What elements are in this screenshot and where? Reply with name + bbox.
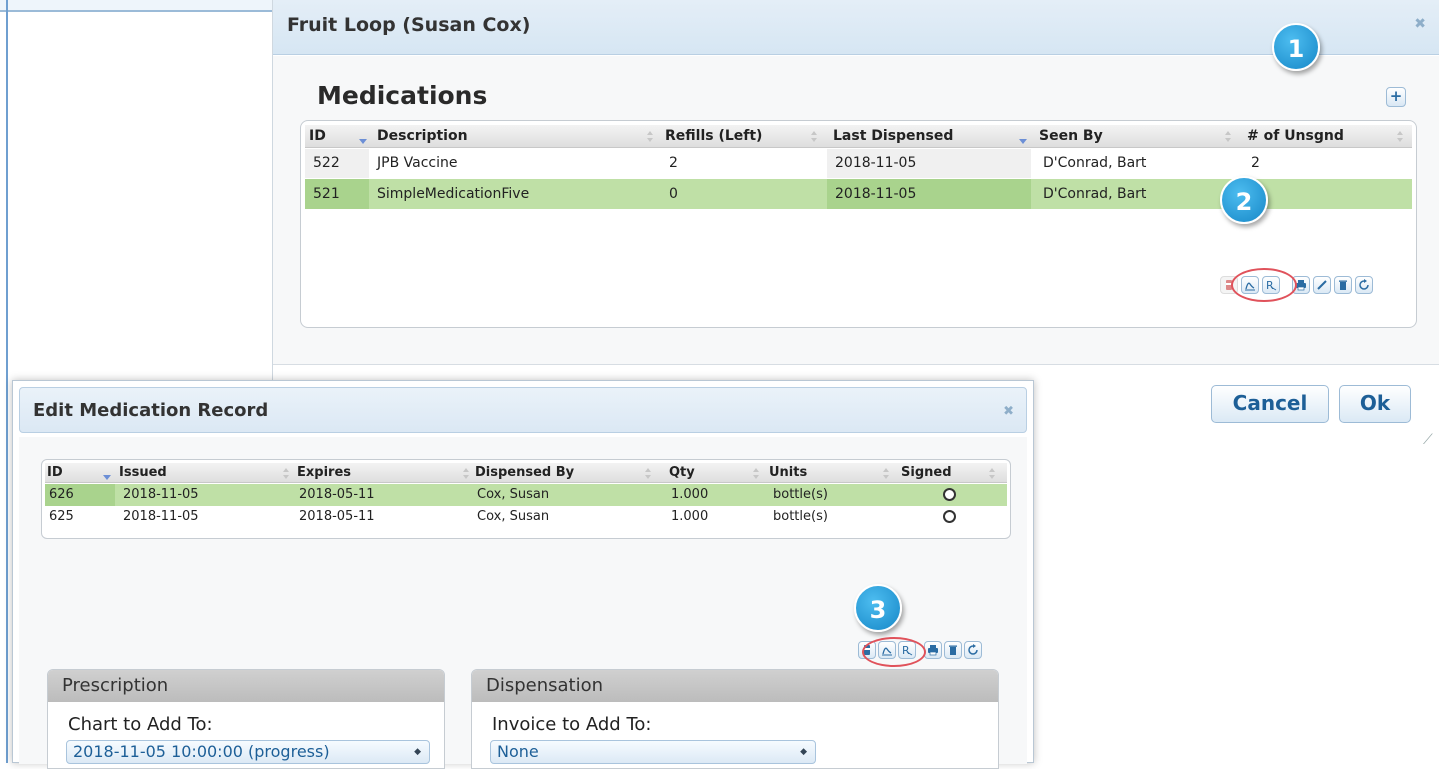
chart-label: Chart to Add To: (68, 714, 213, 735)
close-icon[interactable]: ✖ (1414, 16, 1426, 32)
cell-issued: 2018-11-05 (123, 509, 199, 524)
cell-dispensed-by: Cox, Susan (477, 509, 550, 524)
cell-expires: 2018-05-11 (299, 487, 375, 502)
signed-radio[interactable] (943, 488, 956, 501)
edit-medication-dialog: Edit Medication Record ✖ ID Issued Expir… (12, 380, 1034, 769)
add-medication-button[interactable]: + (1386, 87, 1406, 107)
cell-id: 626 (45, 484, 115, 506)
invoice-select[interactable]: None ◆ (490, 740, 816, 764)
cell-last-dispensed: 2018-11-05 (827, 179, 1031, 209)
sort-icon (463, 468, 470, 479)
records-table: ID Issued Expires Dispensed By Qty Units… (41, 459, 1011, 539)
sort-icon (811, 131, 818, 142)
chart-select-value: 2018-11-05 10:00:00 (progress) (73, 742, 330, 761)
cell-last-dispensed: 2018-11-05 (827, 149, 1031, 178)
column-header-id[interactable]: ID (309, 125, 367, 147)
cancel-button[interactable]: Cancel (1211, 385, 1329, 423)
sort-icon (753, 468, 760, 479)
close-icon[interactable]: ✖ (1003, 404, 1014, 419)
table-row[interactable]: 522 JPB Vaccine 2 2018-11-05 D'Conrad, B… (305, 149, 1412, 178)
cell-qty: 1.000 (671, 487, 709, 502)
highlight-oval (862, 637, 926, 667)
signed-radio[interactable] (943, 510, 956, 523)
table-header: ID Issued Expires Dispensed By Qty Units… (45, 463, 1007, 483)
dialog-titlebar[interactable]: Fruit Loop (Susan Cox) ✖ (273, 0, 1439, 55)
cell-dispensed-by: Cox, Susan (477, 487, 550, 502)
medications-heading: Medications (317, 81, 488, 110)
resize-grip-icon[interactable]: ⟋ (1423, 432, 1433, 448)
column-header-expires[interactable]: Expires (297, 463, 351, 482)
sort-icon (1225, 131, 1232, 142)
highlight-oval (1231, 268, 1297, 302)
cell-seen-by: D'Conrad, Bart (1043, 186, 1147, 202)
dispensation-panel: Dispensation Invoice to Add To: None ◆ (471, 669, 999, 769)
sort-icon (647, 131, 654, 142)
table-row[interactable]: 625 2018-11-05 2018-05-11 Cox, Susan 1.0… (45, 506, 1007, 528)
dialog-title: Edit Medication Record (33, 400, 269, 421)
refresh-icon[interactable] (1355, 276, 1373, 294)
sort-icon (1397, 131, 1404, 142)
invoice-label: Invoice to Add To: (492, 714, 652, 735)
column-header-description[interactable]: Description (377, 125, 468, 147)
cell-units: bottle(s) (773, 487, 828, 502)
cell-id: 625 (49, 509, 74, 524)
step-marker: 3 (854, 584, 902, 632)
select-arrow-icon: ◆ (414, 747, 421, 757)
sort-desc-icon (359, 139, 367, 144)
column-header-id[interactable]: ID (47, 463, 63, 482)
table-row-selected[interactable]: 626 2018-11-05 2018-05-11 Cox, Susan 1.0… (45, 484, 1007, 506)
sort-desc-icon (103, 475, 111, 480)
table-header: ID Description Refills (Left) Last Dispe… (305, 125, 1412, 148)
column-header-last-dispensed[interactable]: Last Dispensed (833, 125, 953, 147)
cell-seen-by: D'Conrad, Bart (1043, 155, 1147, 171)
prescription-panel: Prescription Chart to Add To: 2018-11-05… (47, 669, 445, 769)
delete-icon[interactable] (944, 641, 962, 659)
prescription-heading: Prescription (48, 670, 444, 702)
print-icon[interactable] (924, 641, 942, 659)
cell-qty: 1.000 (671, 509, 709, 524)
column-header-signed[interactable]: Signed (901, 463, 952, 482)
select-arrow-icon: ◆ (800, 747, 807, 757)
cell-description: SimpleMedicationFive (377, 186, 530, 202)
sort-icon (283, 468, 290, 479)
cell-id: 521 (305, 179, 369, 209)
background-window-border (6, 0, 8, 763)
cell-expires: 2018-05-11 (299, 509, 375, 524)
step-marker: 1 (1272, 23, 1320, 71)
refresh-icon[interactable] (964, 641, 982, 659)
cell-unsigned: 2 (1251, 155, 1260, 171)
dialog-title: Fruit Loop (Susan Cox) (287, 14, 531, 36)
invoice-select-value: None (497, 742, 539, 761)
sort-desc-icon (1019, 139, 1027, 144)
sort-icon (989, 468, 996, 479)
dispensation-heading: Dispensation (472, 670, 998, 702)
column-header-issued[interactable]: Issued (119, 463, 167, 482)
edit-icon[interactable] (1313, 276, 1331, 294)
column-header-units[interactable]: Units (769, 463, 807, 482)
cell-id: 522 (305, 149, 369, 178)
sort-icon (883, 468, 890, 479)
column-header-seen-by[interactable]: Seen By (1039, 125, 1103, 147)
column-header-unsigned[interactable]: # of Unsgnd (1247, 125, 1344, 147)
column-header-qty[interactable]: Qty (669, 463, 695, 482)
cell-description: JPB Vaccine (377, 155, 458, 171)
cell-refills: 0 (669, 186, 678, 202)
delete-icon[interactable] (1334, 276, 1352, 294)
cell-units: bottle(s) (773, 509, 828, 524)
dialog-titlebar[interactable]: Edit Medication Record ✖ (19, 387, 1027, 433)
chart-select[interactable]: 2018-11-05 10:00:00 (progress) ◆ (66, 740, 430, 764)
cell-issued: 2018-11-05 (123, 487, 199, 502)
cell-refills: 2 (669, 155, 678, 171)
column-header-dispensed-by[interactable]: Dispensed By (475, 463, 574, 482)
sort-icon (645, 468, 652, 479)
step-marker: 2 (1220, 176, 1268, 224)
ok-button[interactable]: Ok (1339, 385, 1411, 423)
column-header-refills[interactable]: Refills (Left) (665, 125, 762, 147)
